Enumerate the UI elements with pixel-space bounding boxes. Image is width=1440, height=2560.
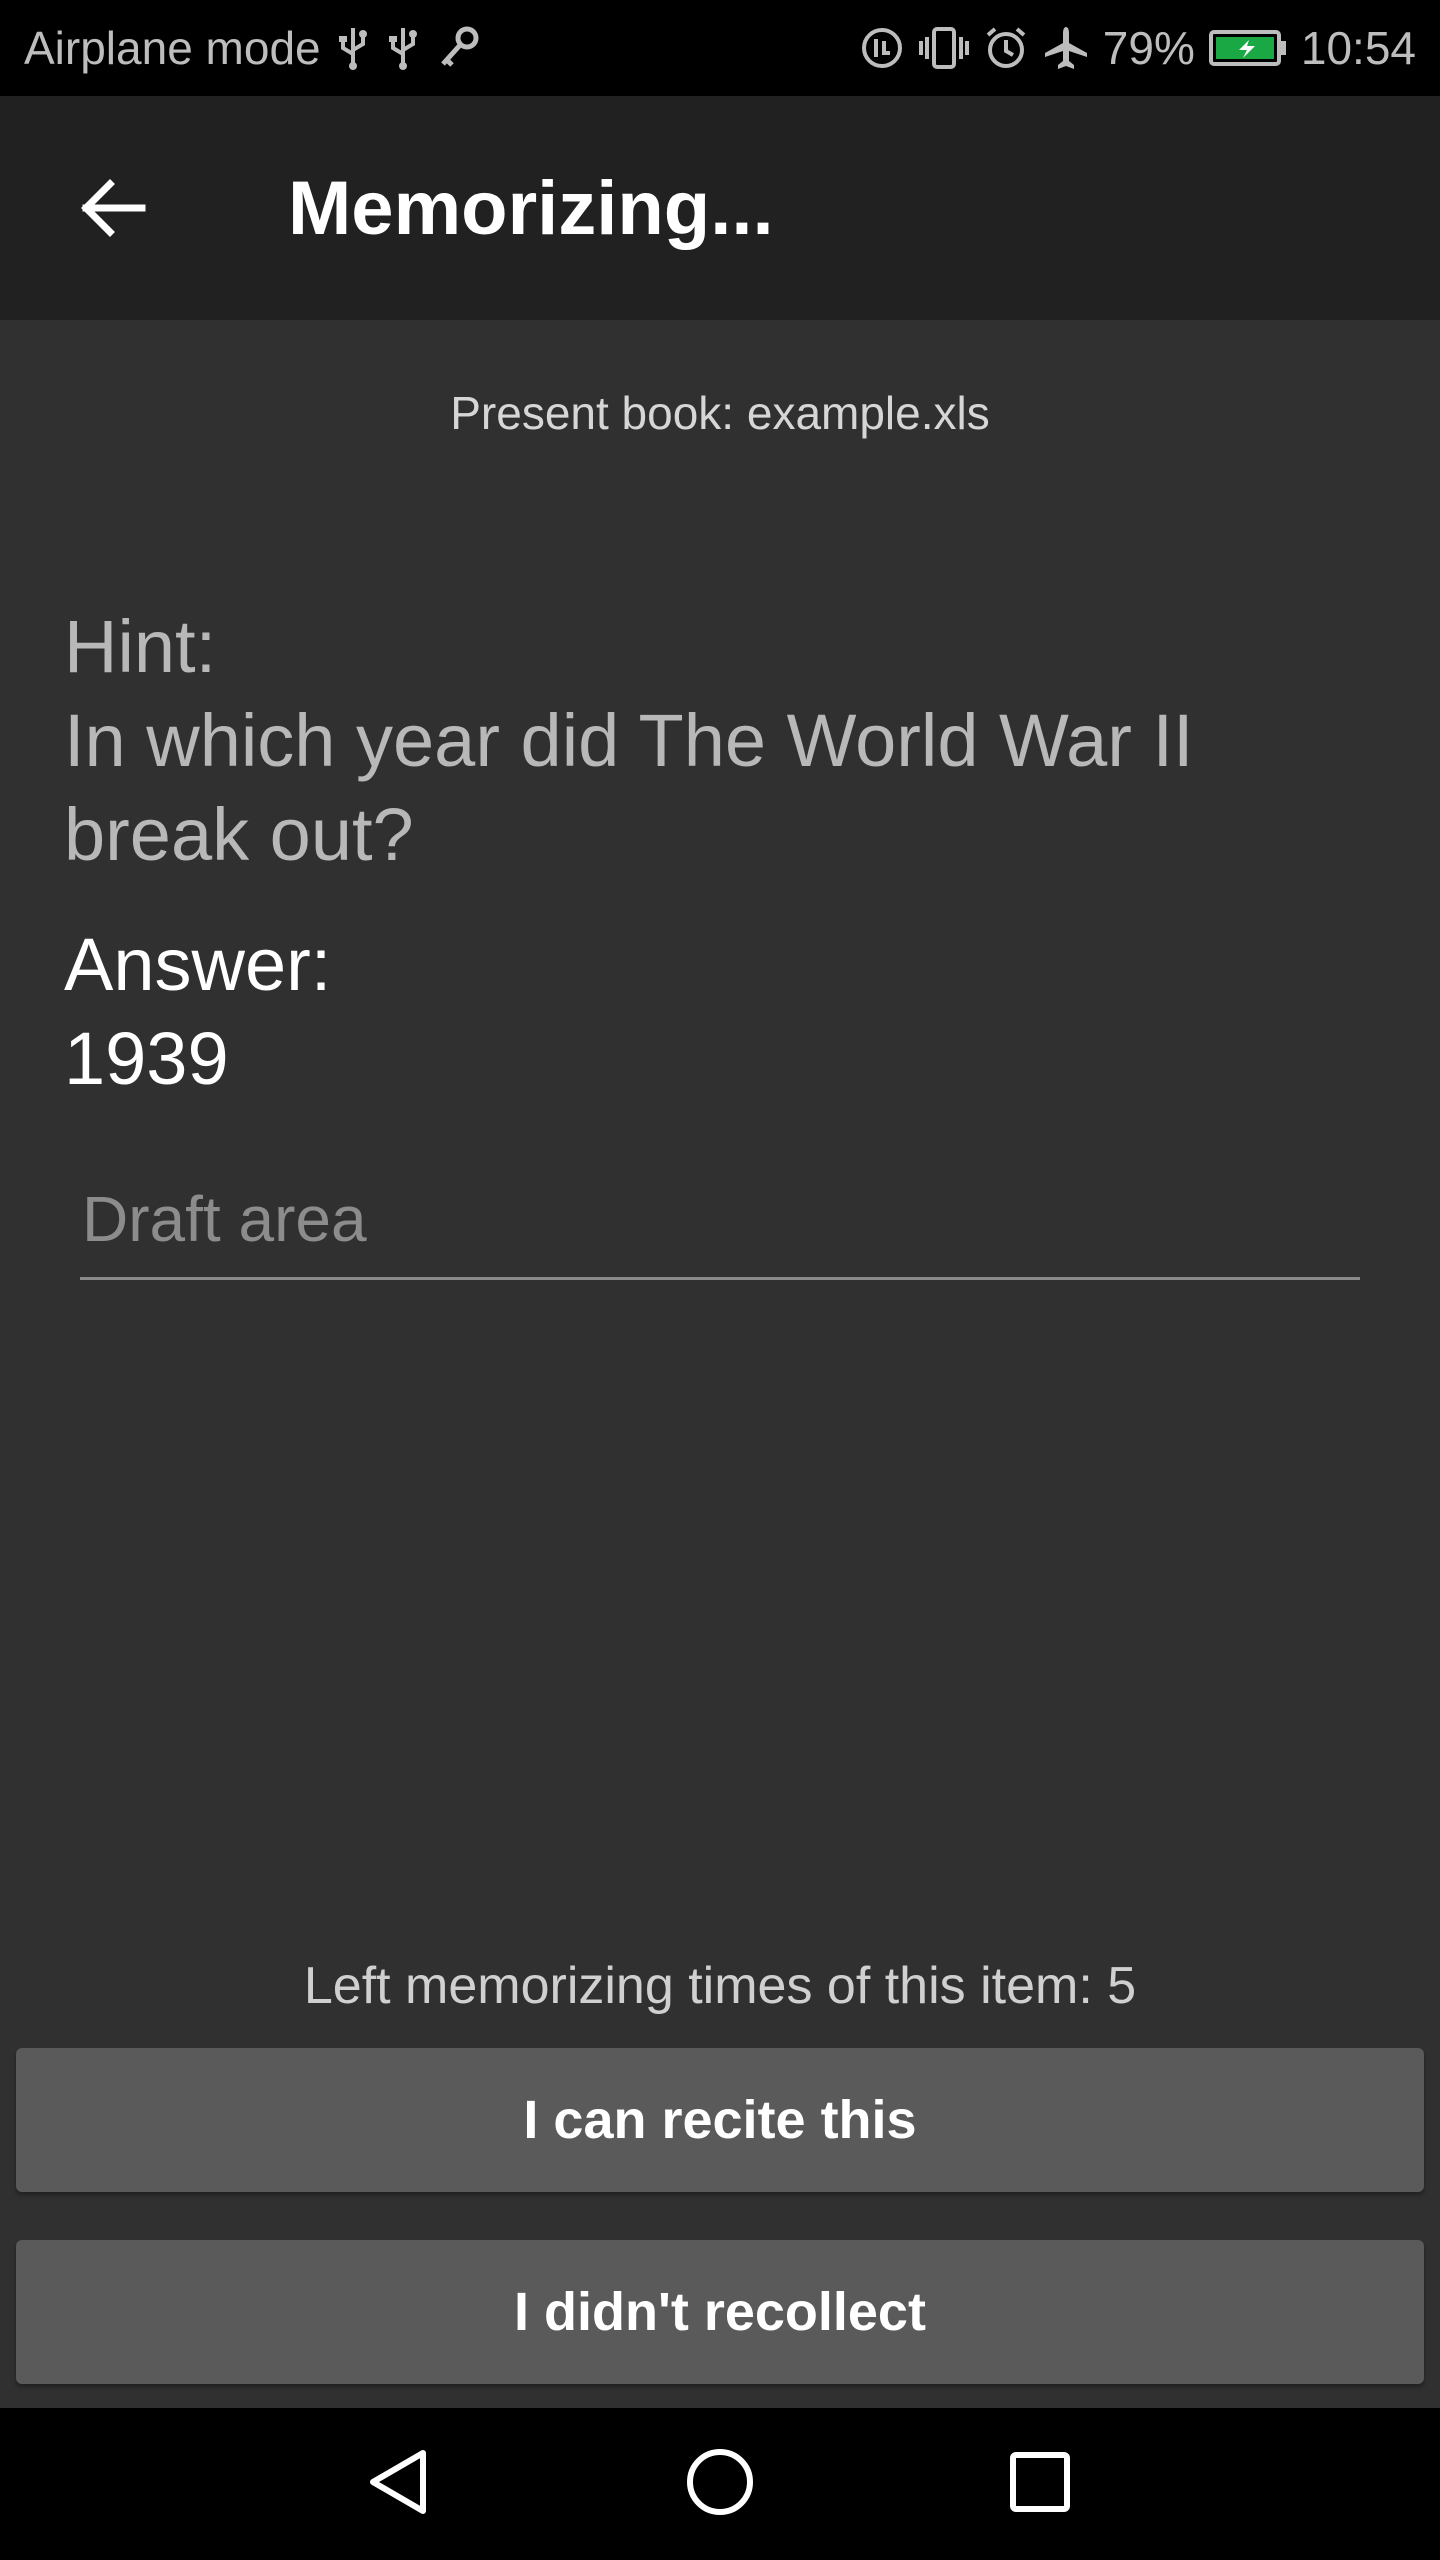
- present-book-label: Present book: example.xls: [450, 387, 990, 439]
- times-left-label: Left memorizing times of this item: 5: [303, 1957, 1137, 2015]
- status-left: Airplane mode: [24, 0, 483, 96]
- battery-charging-icon: [1208, 28, 1287, 68]
- navigation-bar: [0, 2408, 1440, 2560]
- alarm-icon: [983, 25, 1029, 71]
- recents-square-icon: [1008, 2450, 1072, 2519]
- screen: Airplane mode 79% 10:54 Memorizing... Pr…: [0, 0, 1440, 2560]
- home-circle-icon: [685, 2447, 755, 2522]
- nav-recents-button[interactable]: [1000, 2444, 1080, 2524]
- answer-label: Answer:: [64, 923, 332, 1006]
- answer-text: 1939: [64, 1017, 229, 1100]
- clock: 10:54: [1300, 22, 1416, 74]
- hint-text: In which year did The World War II break…: [64, 699, 1194, 876]
- back-triangle-icon: [365, 2447, 435, 2522]
- status-right: 79% 10:54: [859, 0, 1416, 96]
- didnt-recollect-button[interactable]: I didn't recollect: [16, 2240, 1424, 2384]
- hint-label: Hint:: [64, 605, 217, 688]
- arrow-back-icon: [76, 172, 148, 249]
- data-saver-icon: [859, 25, 905, 71]
- draft-area-input[interactable]: [80, 1170, 1360, 1280]
- airplane-mode-label: Airplane mode: [24, 22, 321, 74]
- hint-block: Hint: In which year did The World War II…: [64, 600, 1364, 882]
- nav-home-button[interactable]: [680, 2444, 760, 2524]
- battery-percent: 79%: [1102, 22, 1195, 74]
- back-button[interactable]: [62, 160, 162, 260]
- status-bar: Airplane mode 79% 10:54: [0, 0, 1440, 96]
- nav-back-button[interactable]: [360, 2444, 440, 2524]
- airplane-icon: [1043, 25, 1089, 71]
- page-title: Memorizing...: [288, 165, 774, 251]
- usb-icon: [385, 24, 421, 72]
- app-bar: Memorizing...: [0, 96, 1440, 320]
- key-icon: [435, 24, 483, 72]
- usb-icon: [335, 24, 371, 72]
- answer-block: Answer: 1939: [64, 918, 1364, 1106]
- vibrate-icon: [918, 25, 969, 71]
- recite-button[interactable]: I can recite this: [16, 2048, 1424, 2192]
